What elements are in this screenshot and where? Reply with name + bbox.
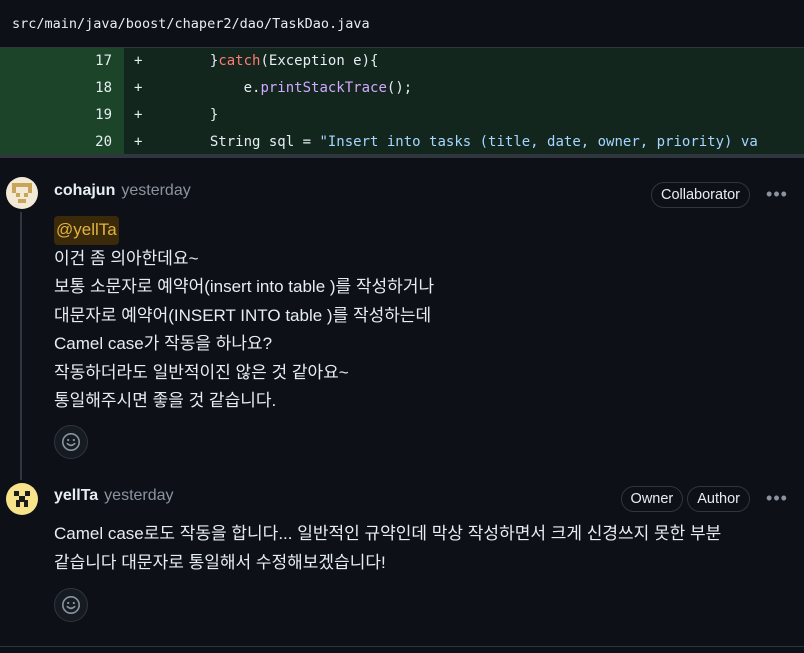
comment-text-line: 같습니다 대문자로 통일해서 수정해보겠습니다! (54, 552, 386, 572)
smiley-icon (62, 433, 80, 451)
diff-line: 17 + }catch(Exception e){ (0, 48, 804, 75)
file-path[interactable]: src/main/java/boost/chaper2/dao/TaskDao.… (12, 16, 370, 32)
owner-badge: Owner (620, 486, 684, 512)
line-number[interactable]: 20 (0, 129, 124, 154)
line-number[interactable]: 19 (0, 102, 124, 129)
comment-author[interactable]: yellTa (54, 487, 98, 505)
comment-author[interactable]: cohajun (54, 182, 115, 200)
comment-header: yellTa yesterday (54, 487, 174, 505)
line-number[interactable]: 17 (0, 48, 124, 75)
author-badge: Author (687, 486, 750, 512)
diff-line: 19 + } (0, 102, 804, 129)
add-reaction-button[interactable] (54, 588, 88, 622)
code-line: + e.printStackTrace(); (124, 75, 804, 102)
smiley-icon (62, 596, 80, 614)
thread-bottom-border (0, 646, 804, 647)
more-options-icon[interactable]: ••• (764, 184, 790, 204)
comment-timestamp[interactable]: yesterday (121, 182, 190, 200)
author-badges: Owner Author (620, 486, 750, 512)
comment-text-line: 보통 소문자로 예약어(insert into table )를 작성하거나 (54, 277, 435, 296)
diff-line: 18 + e.printStackTrace(); (0, 75, 804, 102)
diff-line: 20 + String sql = "Insert into tasks (ti… (0, 129, 804, 154)
comment-header: cohajun yesterday (54, 182, 191, 200)
identicon-icon (6, 483, 38, 515)
avatar[interactable] (6, 483, 38, 515)
comment-text-line: Camel case로도 작동을 합니다... 일반적인 규약인데 막상 작성하… (54, 524, 722, 543)
identicon-icon (6, 177, 38, 209)
collaborator-badge: Collaborator (651, 182, 750, 208)
line-number[interactable]: 18 (0, 75, 124, 102)
comment-body: Camel case로도 작동을 합니다... 일반적인 규약인데 막상 작성하… (54, 520, 721, 577)
diff-hunk: 17 + }catch(Exception e){ 18 + e.printSt… (0, 48, 804, 154)
comment-text-line: 통일해주시면 좋을 것 같습니다. (54, 391, 277, 410)
author-badges: Collaborator (651, 182, 750, 208)
comment-text-line: 대문자로 예약어(INSERT INTO table )를 작성하는데 (54, 305, 432, 325)
comment-timestamp[interactable]: yesterday (104, 487, 173, 505)
code-line: + }catch(Exception e){ (124, 48, 804, 75)
comment-text-line: 작동하더라도 일반적이진 않은 것 같아요~ (54, 362, 349, 382)
avatar[interactable] (6, 177, 38, 209)
comment-text-line: 이건 좀 의아한데요~ (54, 248, 199, 268)
add-reaction-button[interactable] (54, 425, 88, 459)
diff-divider (0, 154, 804, 158)
more-options-icon[interactable]: ••• (764, 488, 790, 508)
thread-timeline (20, 212, 22, 480)
comment-body: @yellTa 이건 좀 의아한데요~ 보통 소문자로 예약어(insert i… (54, 216, 434, 416)
file-header: src/main/java/boost/chaper2/dao/TaskDao.… (0, 0, 804, 48)
user-mention[interactable]: @yellTa (54, 216, 119, 245)
code-line: + } (124, 102, 804, 129)
comment-text-line: Camel case가 작동을 하나요? (54, 334, 273, 353)
code-line: + String sql = "Insert into tasks (title… (124, 129, 804, 154)
